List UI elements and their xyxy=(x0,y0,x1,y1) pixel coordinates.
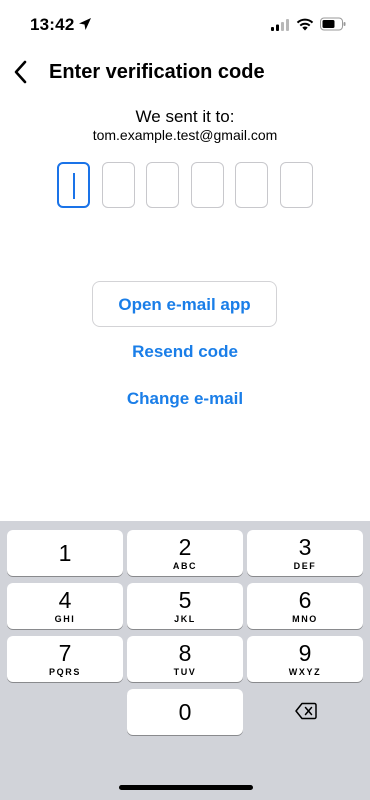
key-number: 0 xyxy=(178,699,192,725)
resend-code-button[interactable]: Resend code xyxy=(0,342,370,362)
header: Enter verification code xyxy=(0,56,370,90)
key-6[interactable]: 6 MNO xyxy=(247,583,363,629)
delete-key[interactable] xyxy=(247,689,363,735)
key-letters: PQRS xyxy=(49,667,81,677)
key-number: 3 xyxy=(298,534,312,560)
key-letters: WXYZ xyxy=(288,667,322,677)
key-number: 5 xyxy=(178,587,192,613)
signal-icon xyxy=(271,19,289,31)
key-9[interactable]: 9 WXYZ xyxy=(247,636,363,682)
key-letters: JKL xyxy=(174,614,196,624)
code-digit-1[interactable] xyxy=(57,162,90,208)
location-arrow-icon xyxy=(79,18,91,30)
text-caret xyxy=(73,173,75,199)
numeric-keypad: 1 2 ABC 3 DEF 4 GHI 5 JKL 6 MNO 7 PQRS 8… xyxy=(0,521,370,800)
key-letters: MNO xyxy=(292,614,318,624)
open-email-app-button[interactable]: Open e-mail app xyxy=(92,281,277,327)
home-indicator[interactable] xyxy=(119,785,253,790)
key-number: 7 xyxy=(58,640,72,666)
key-number: 8 xyxy=(178,640,192,666)
key-3[interactable]: 3 DEF xyxy=(247,530,363,576)
backspace-icon xyxy=(295,702,317,720)
key-number: 1 xyxy=(58,540,72,566)
key-letters: DEF xyxy=(293,561,317,571)
battery-icon xyxy=(320,17,346,31)
key-letters: ABC xyxy=(172,561,198,571)
key-0[interactable]: 0 xyxy=(127,689,243,735)
email-address: tom.example.test@gmail.com xyxy=(92,127,278,143)
key-number: 4 xyxy=(58,587,72,613)
key-2[interactable]: 2 ABC xyxy=(127,530,243,576)
code-digit-5[interactable] xyxy=(235,162,268,208)
page-title: Enter verification code xyxy=(49,61,265,83)
change-email-button[interactable]: Change e-mail xyxy=(0,389,370,409)
key-number: 2 xyxy=(178,534,192,560)
key-number: 6 xyxy=(298,587,312,613)
key-1[interactable]: 1 xyxy=(7,530,123,576)
key-8[interactable]: 8 TUV xyxy=(127,636,243,682)
key-4[interactable]: 4 GHI xyxy=(7,583,123,629)
key-number: 9 xyxy=(298,640,312,666)
chevron-left-icon[interactable] xyxy=(10,58,32,86)
key-letters: GHI xyxy=(54,614,76,624)
key-5[interactable]: 5 JKL xyxy=(127,583,243,629)
status-time: 13:42 xyxy=(30,15,75,34)
key-letters: TUV xyxy=(173,667,197,677)
code-digit-2[interactable] xyxy=(102,162,135,208)
code-digit-6[interactable] xyxy=(280,162,313,208)
code-digit-3[interactable] xyxy=(146,162,179,208)
wifi-icon xyxy=(296,18,314,31)
status-bar: 13:42 xyxy=(0,0,370,48)
sent-label: We sent it to: xyxy=(135,107,235,126)
code-input-row xyxy=(57,162,313,208)
code-digit-4[interactable] xyxy=(191,162,224,208)
key-7[interactable]: 7 PQRS xyxy=(7,636,123,682)
